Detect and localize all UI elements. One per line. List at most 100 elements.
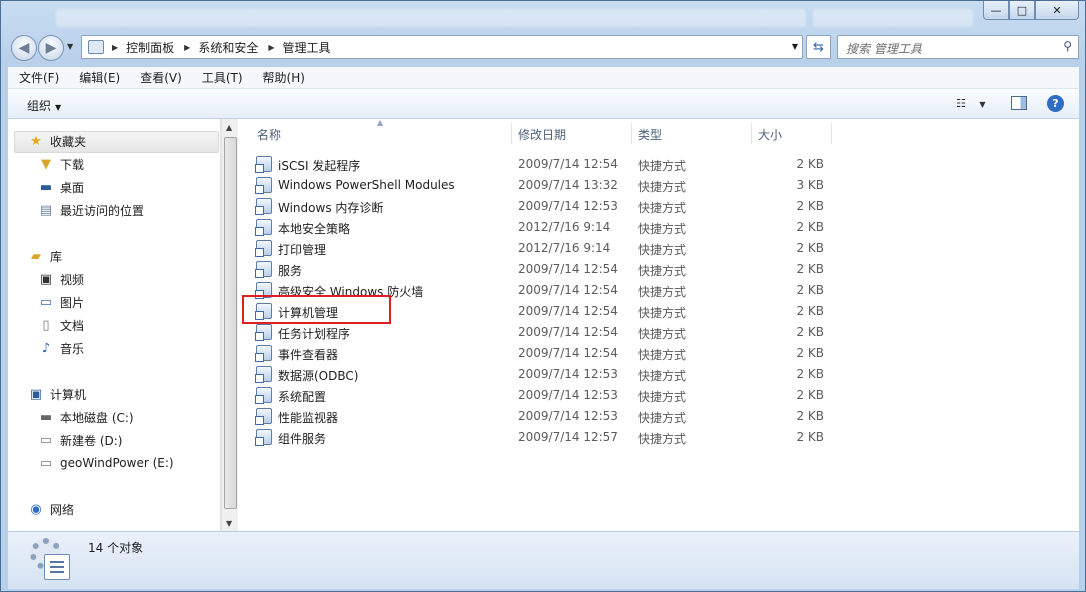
sidebar-label: 音乐	[60, 341, 85, 356]
help-button[interactable]: ?	[1047, 95, 1064, 112]
file-modified-date: 2009/7/14 12:53	[518, 199, 618, 213]
column-header-size[interactable]: 大小	[758, 122, 782, 146]
sidebar-item-drive-d[interactable]: ▭ 新建卷 (D:)	[38, 430, 123, 450]
menu-edit[interactable]: 编辑(E)	[68, 69, 129, 86]
sidebar-item-desktop[interactable]: ▬ 桌面	[38, 177, 84, 197]
breadcrumb-control-panel[interactable]: 控制面板	[126, 39, 174, 56]
sort-ascending-icon: ▲	[377, 118, 384, 127]
menu-file[interactable]: 文件(F)	[8, 69, 68, 86]
chevron-down-icon: ▼	[55, 103, 62, 112]
forward-button[interactable]: ▶	[38, 35, 64, 61]
column-divider[interactable]	[631, 122, 632, 144]
sidebar-label: 收藏夹	[50, 134, 87, 149]
sidebar-item-network[interactable]: ◉ 网络	[28, 499, 74, 519]
file-size: 2 KB	[796, 262, 824, 276]
table-row[interactable]: 性能监视器 2009/7/14 12:53 快捷方式 2 KB	[255, 406, 856, 427]
file-name: iSCSI 发起程序	[278, 159, 361, 173]
preview-pane-button[interactable]	[1011, 96, 1027, 110]
sidebar-item-drive-e[interactable]: ▭ geoWindPower (E:)	[38, 453, 174, 473]
change-view-button[interactable]: ☷ ▼	[956, 97, 986, 110]
sidebar-item-favorites[interactable]: ★ 收藏夹	[28, 131, 86, 151]
arrow-right-icon: ▶	[45, 40, 57, 56]
breadcrumb-separator-icon[interactable]: ▶	[184, 43, 190, 52]
file-type: 快捷方式	[638, 432, 687, 446]
shortcut-icon	[255, 429, 272, 446]
file-modified-date: 2009/7/14 12:53	[518, 388, 618, 402]
navigation-scrollbar[interactable]: ▲ ▼	[221, 119, 238, 531]
maximize-button[interactable]: □	[1009, 1, 1035, 20]
table-row[interactable]: 事件查看器 2009/7/14 12:54 快捷方式 2 KB	[255, 343, 856, 364]
column-divider[interactable]	[751, 122, 752, 144]
file-size: 2 KB	[796, 283, 824, 297]
close-button[interactable]: ✕	[1035, 1, 1079, 20]
address-bar[interactable]: ▶ 控制面板 ▶ 系统和安全 ▶ 管理工具 ▼	[81, 35, 803, 59]
documents-icon: ▯	[42, 317, 50, 333]
scroll-down-icon[interactable]: ▼	[226, 519, 232, 528]
title-bar[interactable]: — □ ✕	[1, 1, 1085, 31]
breadcrumb-admin-tools[interactable]: 管理工具	[283, 39, 331, 56]
sidebar-item-recent-places[interactable]: ▤ 最近访问的位置	[38, 200, 144, 220]
file-name: 数据源(ODBC)	[278, 369, 359, 383]
refresh-button[interactable]: ⇆	[806, 35, 831, 59]
table-row[interactable]: 服务 2009/7/14 12:54 快捷方式 2 KB	[255, 259, 856, 280]
sidebar-label: 计算机	[50, 387, 87, 402]
table-row[interactable]: 组件服务 2009/7/14 12:57 快捷方式 2 KB	[255, 427, 856, 448]
sidebar-item-libraries[interactable]: ▰ 库	[28, 246, 62, 266]
sidebar-item-documents[interactable]: ▯ 文档	[38, 315, 84, 335]
table-row[interactable]: 本地安全策略 2012/7/16 9:14 快捷方式 2 KB	[255, 217, 856, 238]
sidebar-item-pictures[interactable]: ▭ 图片	[38, 292, 84, 312]
menu-tools[interactable]: 工具(T)	[191, 69, 252, 86]
scroll-up-icon[interactable]: ▲	[226, 123, 232, 132]
file-modified-date: 2009/7/14 12:54	[518, 283, 618, 297]
menu-view[interactable]: 查看(V)	[129, 69, 191, 86]
navigation-row: ◀ ▶ ▼ ▶ 控制面板 ▶ 系统和安全 ▶ 管理工具 ▼ ⇆ 搜索 管理工具 …	[1, 33, 1085, 61]
file-type: 快捷方式	[638, 243, 687, 257]
sidebar-label: 图片	[60, 295, 85, 310]
table-row[interactable]: Windows 内存诊断 2009/7/14 12:53 快捷方式 2 KB	[255, 196, 856, 217]
sidebar-label: 视频	[60, 272, 85, 287]
sidebar-item-videos[interactable]: ▣ 视频	[38, 269, 84, 289]
column-header-name[interactable]: 名称	[257, 122, 281, 146]
shortcut-icon	[255, 240, 272, 257]
table-row[interactable]: 系统配置 2009/7/14 12:53 快捷方式 2 KB	[255, 385, 856, 406]
sidebar-item-drive-c[interactable]: ▬ 本地磁盘 (C:)	[38, 407, 134, 427]
table-row[interactable]: 打印管理 2012/7/16 9:14 快捷方式 2 KB	[255, 238, 856, 259]
sidebar-item-music[interactable]: ♪ 音乐	[38, 338, 84, 358]
table-row[interactable]: iSCSI 发起程序 2009/7/14 12:54 快捷方式 2 KB	[255, 154, 856, 175]
back-button[interactable]: ◀	[11, 35, 37, 61]
menu-help[interactable]: 帮助(H)	[252, 69, 314, 86]
scrollbar-thumb[interactable]	[224, 137, 237, 509]
file-name: 性能监视器	[278, 411, 339, 425]
chevron-down-icon: ▼	[979, 100, 986, 109]
address-dropdown-icon[interactable]: ▼	[792, 42, 798, 51]
column-divider[interactable]	[831, 122, 832, 144]
minimize-button[interactable]: —	[983, 1, 1009, 20]
shortcut-icon	[255, 366, 272, 383]
shortcut-icon	[255, 261, 272, 278]
column-header-modified[interactable]: 修改日期	[518, 122, 566, 146]
organize-button[interactable]: 组织 ▼	[27, 97, 61, 114]
recent-pages-dropdown[interactable]: ▼	[67, 42, 73, 51]
file-type: 快捷方式	[638, 201, 687, 215]
file-type: 快捷方式	[638, 411, 687, 425]
column-header-type[interactable]: 类型	[638, 122, 662, 146]
sidebar-item-computer[interactable]: ▣ 计算机	[28, 384, 86, 404]
breadcrumb-system-security[interactable]: 系统和安全	[198, 39, 258, 56]
breadcrumb-separator-icon[interactable]: ▶	[268, 43, 274, 52]
sidebar-item-downloads[interactable]: ▼ 下载	[38, 154, 84, 174]
arrow-left-icon: ◀	[18, 40, 30, 56]
file-type: 快捷方式	[638, 306, 687, 320]
organize-label: 组织	[27, 99, 52, 113]
table-row[interactable]: Windows PowerShell Modules 2009/7/14 13:3…	[255, 175, 856, 196]
shortcut-icon	[255, 324, 272, 341]
search-icon[interactable]: ⚲	[1063, 39, 1072, 53]
table-row[interactable]: 数据源(ODBC) 2009/7/14 12:53 快捷方式 2 KB	[255, 364, 856, 385]
downloads-folder-icon: ▼	[41, 156, 51, 172]
sidebar-label: 下载	[60, 157, 85, 172]
column-divider[interactable]	[511, 122, 512, 144]
shortcut-icon	[255, 219, 272, 236]
search-input[interactable]: 搜索 管理工具 ⚲	[837, 35, 1079, 59]
table-row[interactable]: 任务计划程序 2009/7/14 12:54 快捷方式 2 KB	[255, 322, 856, 343]
details-pane: 14 个对象	[8, 531, 1079, 589]
breadcrumb-separator-icon[interactable]: ▶	[112, 43, 118, 52]
